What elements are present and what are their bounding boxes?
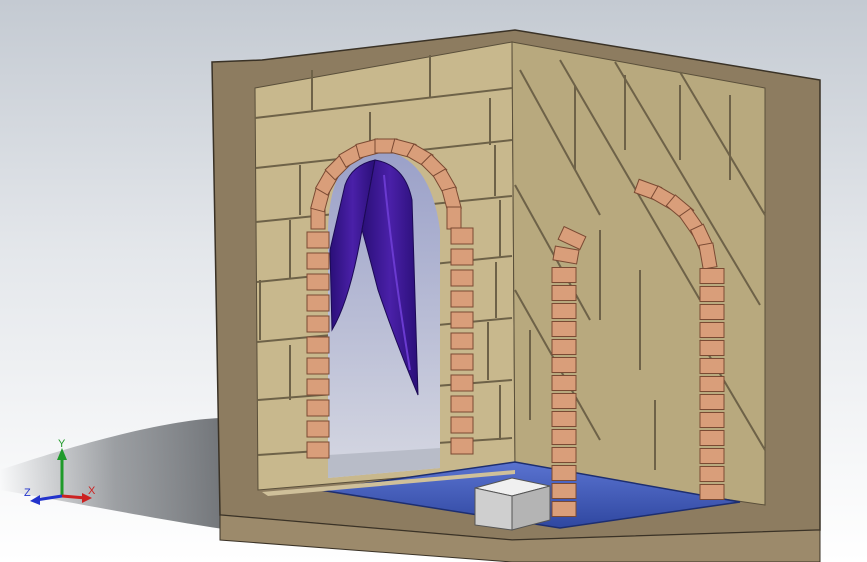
arch-brick [699, 412, 725, 428]
arch-brick [306, 294, 330, 312]
arch-brick [699, 394, 725, 410]
arch-brick [551, 411, 577, 427]
arch-brick [699, 304, 725, 320]
y-axis-label: Y [58, 438, 66, 450]
arch-brick [450, 227, 474, 245]
arch-brick [450, 437, 474, 455]
arch-brick [551, 303, 577, 319]
arch-brick [699, 430, 725, 446]
arch-brick [450, 395, 474, 413]
arch-brick [699, 322, 725, 338]
3d-model-section-view[interactable] [0, 0, 867, 562]
view-orientation-triad-icon[interactable]: Y X Z [22, 438, 102, 518]
arch-brick [306, 273, 330, 291]
arch-brick [699, 484, 725, 500]
arch-brick [450, 269, 474, 287]
arch-brick [551, 285, 577, 301]
arch-brick [450, 353, 474, 371]
arch-brick [699, 268, 725, 284]
arch-brick [450, 332, 474, 350]
arch-brick [306, 252, 330, 270]
arch-brick [450, 374, 474, 392]
arch-brick [551, 501, 577, 517]
arch-brick [306, 336, 330, 354]
z-axis-arrow [30, 495, 40, 505]
arch-brick [551, 339, 577, 355]
arch-brick [551, 321, 577, 337]
arch-brick [699, 376, 725, 392]
arch-brick [551, 375, 577, 391]
arch-brick [446, 206, 462, 230]
arch-brick [551, 483, 577, 499]
z-axis-label: Z [24, 487, 31, 499]
arch-brick [699, 340, 725, 356]
arch-brick [306, 441, 330, 459]
arch-brick [306, 378, 330, 396]
arch-brick [551, 267, 577, 283]
x-axis-label: X [88, 485, 96, 497]
arch-brick [450, 311, 474, 329]
arch-brick [450, 248, 474, 266]
arch-brick [699, 286, 725, 302]
arch-brick [551, 429, 577, 445]
right-back-wall [511, 41, 766, 506]
arch-brick [306, 399, 330, 417]
arch-brick [306, 315, 330, 333]
arch-brick [551, 393, 577, 409]
arch-brick [450, 290, 474, 308]
arch-brick [551, 465, 577, 481]
arch-brick [699, 448, 725, 464]
arch-brick [306, 357, 330, 375]
arch-brick [306, 420, 330, 438]
arch-brick [450, 416, 474, 434]
arch-brick [306, 231, 330, 249]
arch-brick [551, 357, 577, 373]
floor-block [474, 477, 551, 531]
arch-brick [699, 466, 725, 482]
cad-graphics-area[interactable]: Y X Z [0, 0, 867, 562]
arch-brick [699, 358, 725, 374]
arch-brick [551, 447, 577, 463]
